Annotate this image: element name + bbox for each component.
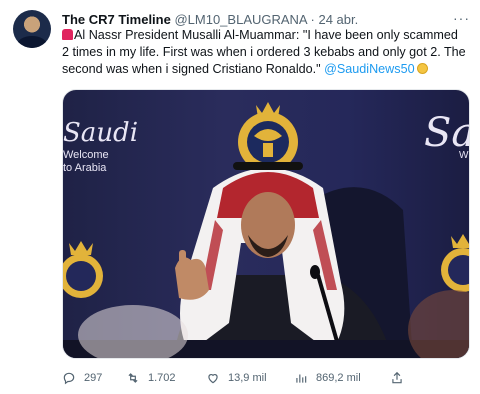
author-handle[interactable]: @LM10_BLAUGRANA xyxy=(174,12,306,27)
separator-dot: · xyxy=(310,12,315,27)
al-nassr-crest-right xyxy=(441,234,469,292)
retweet-button[interactable]: 1.702 xyxy=(126,370,176,386)
like-count: 13,9 mil xyxy=(228,372,267,384)
tweet-header: The CR7 Timeline @LM10_BLAUGRANA · 24 ab… xyxy=(62,11,358,28)
backdrop-welcome: Welcome to Arabia xyxy=(63,149,109,175)
retweet-icon xyxy=(128,373,138,383)
views-icon xyxy=(296,374,307,383)
reply-count: 297 xyxy=(84,372,103,384)
tweet-photo[interactable]: Saudi Welcome to Arabia Sa W xyxy=(62,89,470,359)
tweet-text: Al Nassr President Musalli Al-Muammar: "… xyxy=(62,27,467,78)
reply-icon xyxy=(63,372,75,385)
backdrop-welcome-line1: Welcome xyxy=(63,149,109,161)
avatar[interactable] xyxy=(13,10,51,48)
share-icon xyxy=(392,371,402,384)
al-nassr-crest-center xyxy=(238,102,298,172)
author-name[interactable]: The CR7 Timeline xyxy=(62,12,171,27)
action-bar: 297 1.702 13,9 mil 869,2 mil xyxy=(62,370,467,386)
more-options-icon[interactable]: ··· xyxy=(453,10,470,26)
tweet[interactable]: The CR7 Timeline @LM10_BLAUGRANA · 24 ab… xyxy=(0,0,480,394)
siren-icon xyxy=(62,29,73,40)
share-button[interactable] xyxy=(390,370,412,386)
backdrop-small-right: W xyxy=(459,150,469,161)
like-button[interactable]: 13,9 mil xyxy=(206,370,267,386)
reply-button[interactable]: 297 xyxy=(62,370,102,386)
al-nassr-crest-left xyxy=(63,241,103,298)
retweet-count: 1.702 xyxy=(148,372,176,384)
tweet-date[interactable]: 24 abr. xyxy=(318,12,358,27)
backdrop-welcome-line2: to Arabia xyxy=(63,162,107,174)
backdrop-brand-left: Saudi xyxy=(63,118,139,148)
views-count: 869,2 mil xyxy=(316,372,361,384)
views-button[interactable]: 869,2 mil xyxy=(294,370,361,386)
medal-icon xyxy=(416,63,428,74)
mention-link[interactable]: @SaudiNews50 xyxy=(324,62,415,76)
like-icon xyxy=(208,374,218,384)
